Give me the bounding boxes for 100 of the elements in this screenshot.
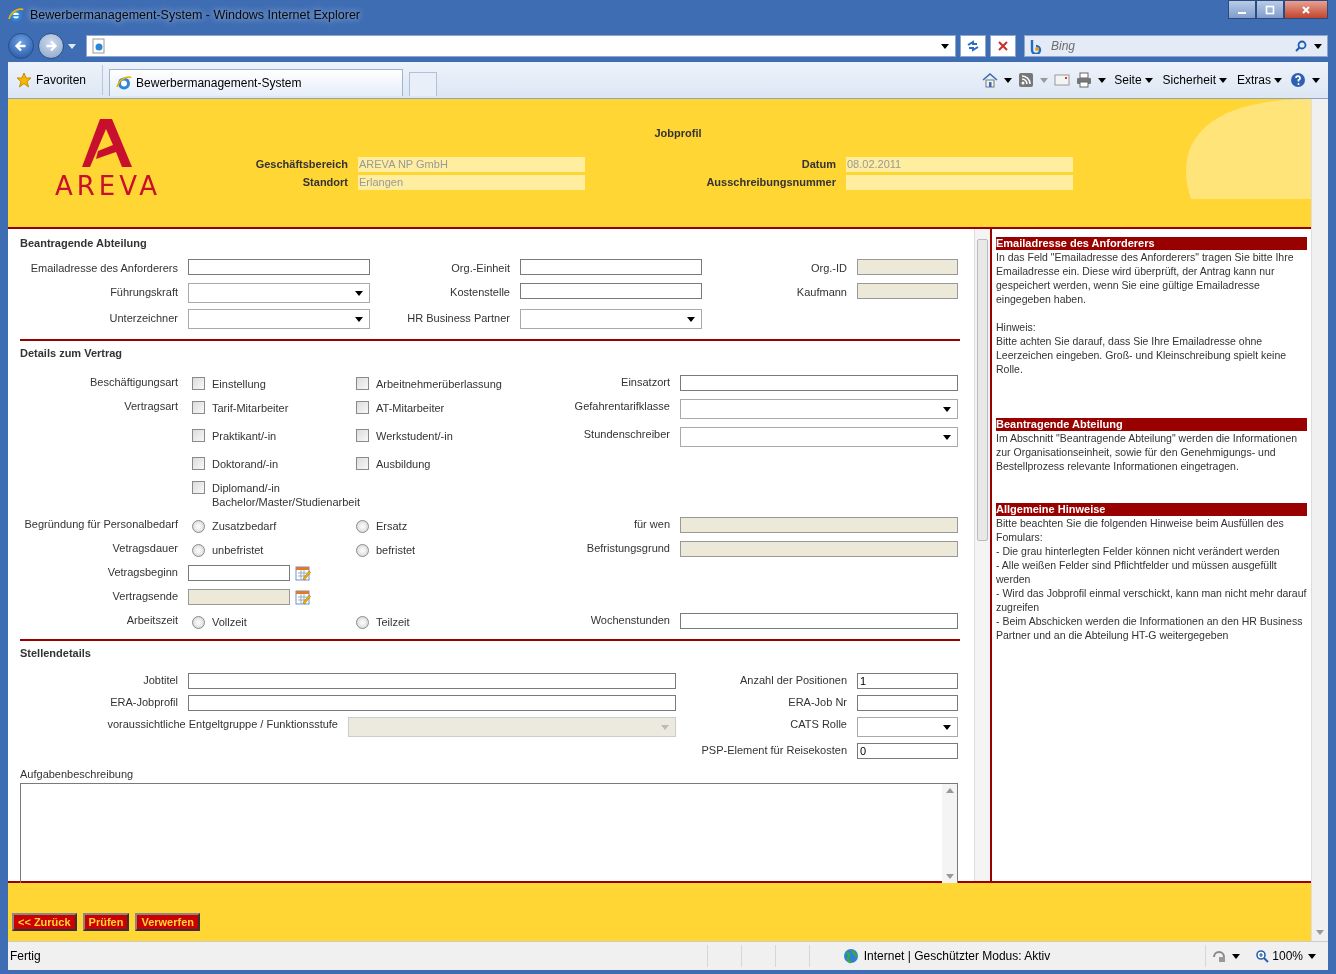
zoom-button[interactable]: 100% xyxy=(1255,949,1303,963)
option-label: AT-Mitarbeiter xyxy=(376,401,445,415)
close-button[interactable] xyxy=(1284,0,1328,19)
calendar-icon[interactable] xyxy=(295,565,311,581)
checkbox[interactable] xyxy=(356,429,369,442)
close-icon xyxy=(996,39,1010,53)
menu-button[interactable]: Sicherheit xyxy=(1160,73,1229,87)
caret-icon[interactable] xyxy=(1004,77,1013,83)
maximize-button[interactable] xyxy=(1256,0,1284,19)
caret-icon[interactable] xyxy=(1098,77,1107,83)
caret-icon[interactable] xyxy=(1314,44,1322,49)
input-field[interactable] xyxy=(680,427,958,447)
option-label: befristet xyxy=(376,543,416,557)
field-label: Vertragsart xyxy=(123,399,178,413)
field-label: Arbeitszeit xyxy=(125,613,178,627)
checkbox[interactable] xyxy=(356,401,369,414)
input-field[interactable] xyxy=(188,309,370,329)
input-field[interactable] xyxy=(520,309,702,329)
field-label: für wen xyxy=(632,517,670,531)
checkbox[interactable] xyxy=(192,481,205,494)
field-label: CATS Rolle xyxy=(789,717,847,731)
scrollbar[interactable] xyxy=(942,784,957,883)
radio-button[interactable] xyxy=(192,520,205,533)
search-field[interactable]: Bing xyxy=(1024,35,1328,57)
radio-button[interactable] xyxy=(356,520,369,533)
radio-button[interactable] xyxy=(192,544,205,557)
action-button[interactable]: Prüfen xyxy=(82,913,130,931)
browser-tab[interactable]: Bewerbermanagement-System xyxy=(109,69,404,96)
field-label: Datum xyxy=(800,157,836,172)
option-label: unbefristet xyxy=(212,543,264,557)
input-field[interactable] xyxy=(680,613,958,629)
help-text: - Die grau hinterlegten Felder können nicht verändert werden xyxy=(996,544,1281,558)
zoom-icon xyxy=(1255,949,1270,963)
scrollbar[interactable] xyxy=(1311,99,1328,941)
field-label: Standort xyxy=(301,175,348,190)
radio-button[interactable] xyxy=(356,616,369,629)
field-label: Emailadresse des Anforderers xyxy=(29,261,178,276)
help-icon[interactable] xyxy=(1290,72,1306,88)
caret-icon[interactable] xyxy=(1312,77,1320,83)
action-button[interactable]: Verwerfen xyxy=(135,913,200,931)
calendar-icon[interactable] xyxy=(295,589,311,605)
checkbox[interactable] xyxy=(356,457,369,470)
security-zone-text: Internet | Geschützter Modus: Aktiv xyxy=(863,949,1051,963)
forward-button[interactable] xyxy=(38,33,64,59)
new-tab-button[interactable] xyxy=(409,72,438,96)
minimize-button[interactable] xyxy=(1228,0,1256,19)
help-text: Bitte beachten Sie die folgenden Hinweise beim Ausfüllen des Fomulars: xyxy=(996,516,1285,544)
checkbox[interactable] xyxy=(192,401,205,414)
input-field[interactable] xyxy=(188,673,676,689)
caret-icon xyxy=(1274,77,1282,83)
back-button[interactable] xyxy=(8,33,34,59)
radio-button[interactable] xyxy=(192,616,205,629)
search-icon[interactable] xyxy=(1294,39,1308,53)
caret-icon[interactable] xyxy=(1308,953,1316,959)
section-title: Details zum Vertrag xyxy=(20,346,124,361)
input-field[interactable] xyxy=(188,259,370,275)
option-label: Ersatz xyxy=(376,519,408,533)
caret-icon[interactable] xyxy=(1232,953,1241,959)
menu-button[interactable]: Seite xyxy=(1112,73,1155,87)
refresh-button[interactable] xyxy=(960,35,986,57)
print-icon[interactable] xyxy=(1076,72,1093,88)
caret-icon xyxy=(661,725,669,730)
stop-button[interactable] xyxy=(990,35,1016,57)
radio-button[interactable] xyxy=(356,544,369,557)
header-field: AREVA NP GmbH xyxy=(358,157,585,172)
input-field[interactable] xyxy=(188,695,676,711)
help-text: Bitte achten Sie darauf, dass Sie Ihre Emailadresse ohne Leerzeichen eingeben. Groß- und Kleinschreibung spielt keine Rolle. xyxy=(996,334,1288,376)
menu-button[interactable]: Extras xyxy=(1235,73,1284,87)
home-icon[interactable] xyxy=(982,72,999,88)
checkbox[interactable] xyxy=(192,429,205,442)
favorites-button[interactable]: Favoriten xyxy=(12,65,104,95)
date-field[interactable] xyxy=(188,565,290,581)
input-field[interactable]: 0 xyxy=(857,743,958,759)
field-label: Org.-Einheit xyxy=(450,261,510,276)
help-heading: Emailadresse des Anforderers xyxy=(996,237,1307,250)
input-field[interactable] xyxy=(520,283,702,299)
input-field[interactable] xyxy=(188,283,370,303)
checkbox[interactable] xyxy=(192,377,205,390)
input-field[interactable] xyxy=(857,717,958,737)
logo-text: AREVA xyxy=(54,171,162,201)
close-icon xyxy=(1301,4,1311,15)
scrollbar[interactable] xyxy=(974,229,990,881)
input-field[interactable] xyxy=(857,695,958,711)
input-field[interactable] xyxy=(680,399,958,419)
checkbox[interactable] xyxy=(192,457,205,470)
page-title: Jobprofil xyxy=(653,127,703,139)
option-label: Ausbildung xyxy=(376,457,431,471)
field-label: Stundenschreiber xyxy=(582,427,670,441)
checkbox[interactable] xyxy=(356,377,369,390)
feed-icon[interactable] xyxy=(1018,72,1035,88)
action-button[interactable]: << Zurück xyxy=(12,913,77,931)
input-field[interactable] xyxy=(520,259,702,275)
status-text: Fertig xyxy=(10,949,41,963)
address-field[interactable] xyxy=(86,35,956,57)
input-field[interactable]: 1 xyxy=(857,673,958,689)
browser-logo-icon xyxy=(8,7,24,23)
input-field[interactable] xyxy=(680,375,958,391)
mail-icon[interactable] xyxy=(1054,72,1071,88)
section-title: Beantragende Abteilung xyxy=(20,236,148,251)
field-label: Vetragsbeginn xyxy=(106,565,178,579)
